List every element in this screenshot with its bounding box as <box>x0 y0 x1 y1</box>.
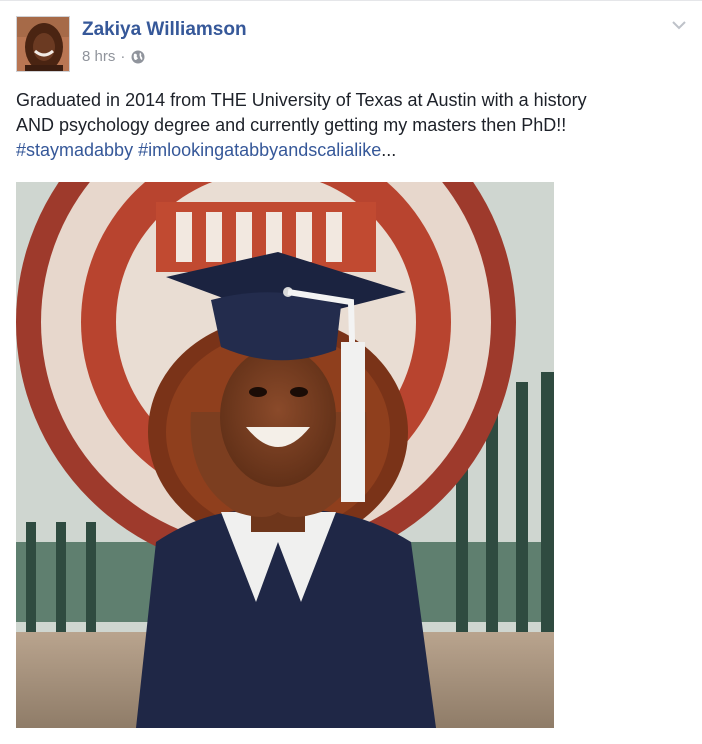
post-text-line-2: AND psychology degree and currently gett… <box>16 115 567 135</box>
graduation-photo[interactable] <box>16 182 554 728</box>
post-text: Graduated in 2014 from THE University of… <box>16 88 688 163</box>
post-hashtags: #staymadabby #imlookingatabbyandscaliali… <box>16 138 688 163</box>
post-top-border <box>0 0 702 1</box>
author-name-link[interactable]: Zakiya Williamson <box>82 19 247 41</box>
news-feed-post: Zakiya Williamson 8 hrs · Graduated in 2… <box>0 0 702 744</box>
post-text-line-1: Graduated in 2014 from THE University of… <box>16 90 587 110</box>
hashtag-link[interactable]: #imlookingatabbyandscalialike <box>138 140 381 160</box>
author-avatar[interactable] <box>16 16 70 72</box>
globe-icon[interactable] <box>130 49 146 65</box>
chevron-down-icon[interactable] <box>670 18 688 32</box>
post-meta: 8 hrs · <box>82 48 146 65</box>
hashtag-link[interactable]: #staymadabby <box>16 140 133 160</box>
meta-separator: · <box>120 48 126 65</box>
post-timestamp[interactable]: 8 hrs <box>82 48 115 65</box>
post-ellipsis: ... <box>381 140 397 160</box>
